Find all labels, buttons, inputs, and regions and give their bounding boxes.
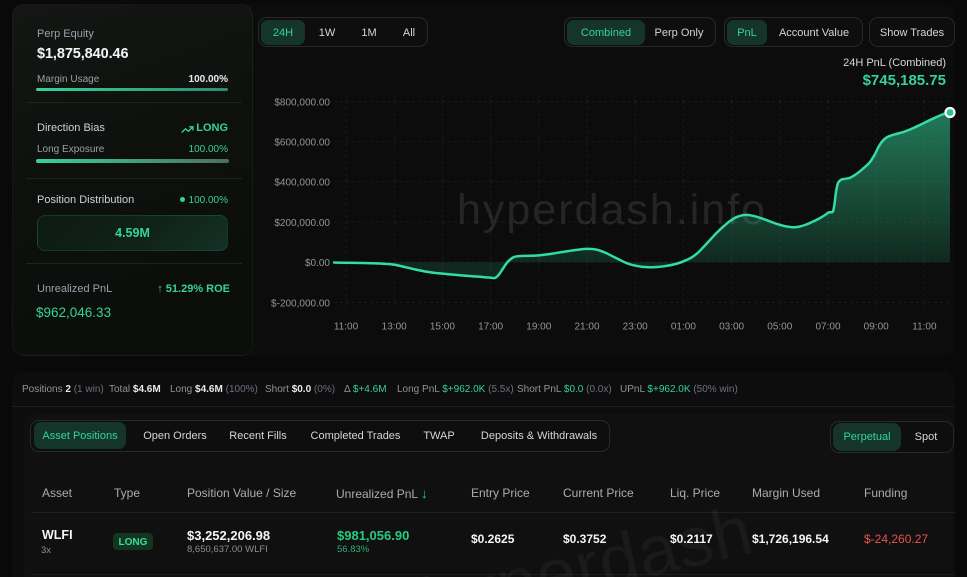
- svg-text:23:00: 23:00: [623, 322, 648, 333]
- svg-text:$800,000.00: $800,000.00: [274, 97, 330, 108]
- svg-text:05:00: 05:00: [767, 322, 792, 333]
- svg-text:$600,000.00: $600,000.00: [274, 138, 330, 149]
- svg-text:21:00: 21:00: [574, 322, 599, 333]
- svg-text:09:00: 09:00: [864, 322, 889, 333]
- svg-text:03:00: 03:00: [719, 322, 744, 333]
- svg-text:$0.00: $0.00: [305, 258, 330, 269]
- svg-text:13:00: 13:00: [382, 322, 407, 333]
- svg-text:07:00: 07:00: [815, 322, 840, 333]
- svg-text:11:00: 11:00: [912, 322, 937, 333]
- svg-text:$-200,000.00: $-200,000.00: [271, 298, 330, 309]
- svg-text:01:00: 01:00: [671, 322, 696, 333]
- svg-text:$200,000.00: $200,000.00: [274, 218, 330, 229]
- svg-text:19:00: 19:00: [526, 322, 551, 333]
- svg-text:11:00: 11:00: [334, 322, 359, 333]
- svg-text:15:00: 15:00: [430, 322, 455, 333]
- svg-text:17:00: 17:00: [478, 322, 503, 333]
- svg-text:$400,000.00: $400,000.00: [274, 178, 330, 189]
